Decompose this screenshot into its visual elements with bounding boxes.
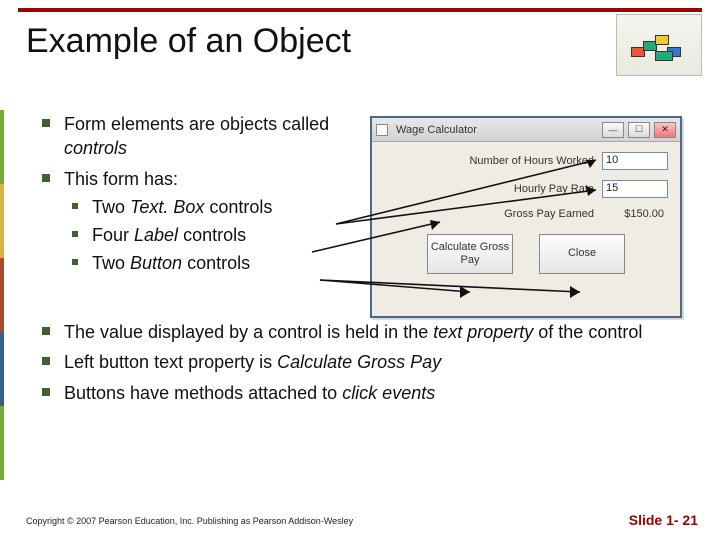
bullet-text: Left button text property is (64, 352, 277, 372)
list-item: Form elements are objects called control… (36, 112, 376, 161)
list-item: Four Label controls (64, 223, 376, 247)
list-item: Two Text. Box controls (64, 195, 376, 219)
list-item: The value displayed by a control is held… (36, 320, 676, 344)
button-calculate[interactable]: Calculate Gross Pay (427, 234, 513, 274)
bullet-text: This form has: (64, 169, 178, 189)
bullet-text: controls (178, 225, 246, 245)
bullet-italic: Label (134, 225, 178, 245)
bullet-text: Form elements are objects called (64, 114, 329, 134)
copyright-footer: Copyright © 2007 Pearson Education, Inc.… (26, 516, 353, 526)
bullet-text: controls (182, 253, 250, 273)
value-gross: $150.00 (602, 208, 668, 220)
bullet-italic: click events (342, 383, 435, 403)
textbox-rate[interactable]: 15 (602, 180, 668, 198)
side-color-bar (0, 110, 4, 480)
bullet-text: controls (204, 197, 272, 217)
textbox-hours[interactable]: 10 (602, 152, 668, 170)
list-item: Two Button controls (64, 251, 376, 275)
window-wage-calculator: Wage Calculator — ☐ ✕ Number of Hours Wo… (370, 116, 682, 318)
bullet-italic: text property (433, 322, 533, 342)
window-title: Wage Calculator (392, 124, 598, 136)
bullet-list-bottom: The value displayed by a control is held… (36, 320, 676, 411)
button-close[interactable]: Close (539, 234, 625, 274)
app-icon (376, 124, 388, 136)
maximize-button[interactable]: ☐ (628, 122, 650, 138)
label-rate: Hourly Pay Rate (514, 183, 594, 195)
bullet-text: of the control (533, 322, 642, 342)
titlebar: Wage Calculator — ☐ ✕ (372, 118, 680, 142)
close-button[interactable]: ✕ (654, 122, 676, 138)
bullet-italic: Button (130, 253, 182, 273)
list-item: Left button text property is Calculate G… (36, 350, 676, 374)
list-item: This form has: Two Text. Box controls Fo… (36, 167, 376, 276)
bullet-text: Four (92, 225, 134, 245)
bullet-italic: controls (64, 138, 127, 158)
bullet-text: Buttons have methods attached to (64, 383, 342, 403)
label-gross: Gross Pay Earned (504, 208, 594, 220)
bullet-italic: Text. Box (130, 197, 204, 217)
bullet-text: Two (92, 253, 130, 273)
slide-number: Slide 1- 21 (629, 512, 698, 528)
list-item: Buttons have methods attached to click e… (36, 381, 676, 405)
bullet-text: Two (92, 197, 130, 217)
bullet-italic: Calculate Gross Pay (277, 352, 441, 372)
minimize-button[interactable]: — (602, 122, 624, 138)
bullet-text: The value displayed by a control is held… (64, 322, 433, 342)
top-accent-bar (18, 8, 702, 12)
label-hours: Number of Hours Worked (469, 155, 594, 167)
slide-title: Example of an Object (26, 22, 351, 61)
book-logo (616, 14, 702, 76)
bullet-list-top: Form elements are objects called control… (36, 112, 376, 282)
